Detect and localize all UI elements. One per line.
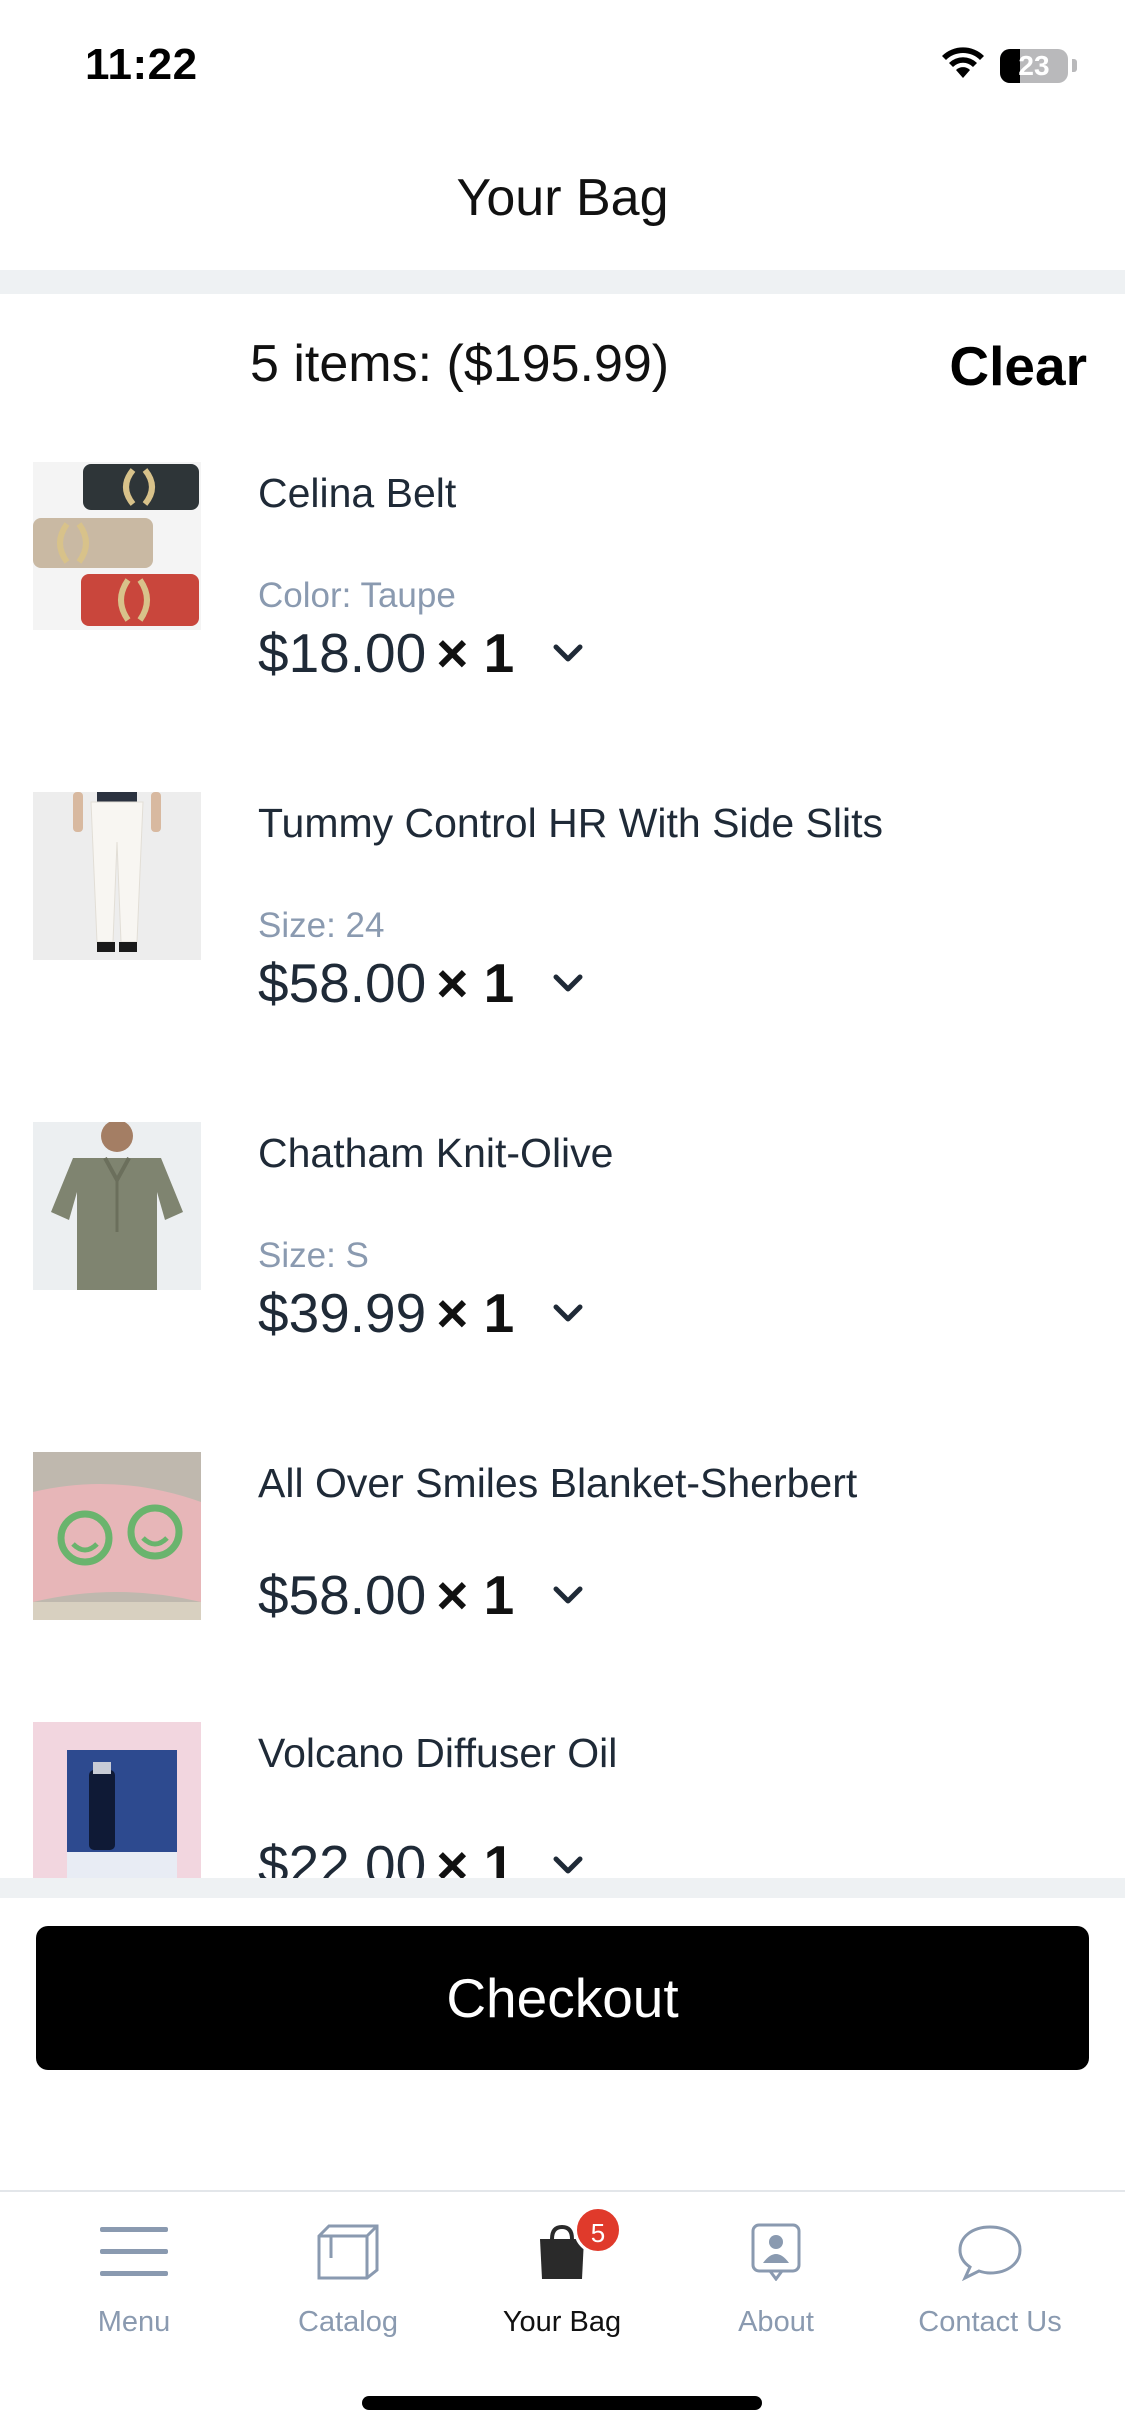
product-image-blanket[interactable] — [33, 1452, 201, 1620]
item-name: Celina Belt — [258, 470, 457, 516]
item-name: Tummy Control HR With Side Slits — [258, 800, 883, 846]
tab-label: About — [738, 2306, 814, 2338]
bag-count-badge: 5 — [574, 2206, 622, 2254]
chat-icon — [890, 2212, 1090, 2292]
items-count-total: 5 items: ($195.99) — [250, 335, 670, 393]
chevron-down-icon[interactable] — [548, 638, 588, 668]
item-variant: Color: Taupe — [258, 576, 456, 615]
bag-summary: 5 items: ($195.99) Clear — [0, 330, 1125, 400]
bag-item[interactable]: Tummy Control HR With Side Slits Size: 2… — [0, 770, 1125, 1070]
status-bar: 11:22 23 — [0, 0, 1125, 130]
checkout-button[interactable]: Checkout — [36, 1926, 1089, 2070]
item-price: $58.00 — [258, 1564, 427, 1626]
chevron-down-icon[interactable] — [548, 1298, 588, 1328]
price-quantity-row: $22.00 × 1 — [258, 1830, 588, 1878]
item-price: $58.00 — [258, 952, 427, 1014]
chevron-down-icon[interactable] — [548, 968, 588, 998]
tab-label: Menu — [97, 2306, 171, 2338]
item-quantity: × 1 — [436, 1282, 515, 1344]
bag-icon: 5 — [462, 2206, 662, 2292]
battery-icon: 23 — [1000, 48, 1068, 83]
bag-item[interactable]: Volcano Diffuser Oil $22.00 × 1 — [0, 1700, 1125, 1878]
wifi-icon — [940, 46, 986, 85]
tab-about[interactable]: About — [676, 2212, 876, 2339]
chevron-down-icon[interactable] — [548, 1850, 588, 1878]
battery-tip — [1072, 59, 1077, 72]
product-image-jeans[interactable] — [33, 792, 201, 960]
item-quantity: × 1 — [436, 952, 515, 1014]
item-name: Chatham Knit-Olive — [258, 1130, 614, 1176]
item-variant: Size: 24 — [258, 906, 385, 945]
checkout-divider — [0, 1878, 1125, 1898]
item-price: $39.99 — [258, 1282, 427, 1344]
bag-items-list[interactable]: Celina Belt Color: Taupe $18.00 × 1 Tumm… — [0, 440, 1125, 1878]
home-indicator[interactable] — [362, 2396, 762, 2410]
item-quantity: × 1 — [436, 1564, 515, 1626]
catalog-icon — [248, 2212, 448, 2292]
about-icon — [676, 2212, 876, 2292]
product-image-belt[interactable] — [33, 462, 201, 630]
item-price: $18.00 — [258, 622, 427, 684]
tab-your-bag[interactable]: 5 Your Bag — [462, 2206, 662, 2339]
price-quantity-row: $58.00 × 1 — [258, 948, 588, 1018]
tab-contact-us[interactable]: Contact Us — [890, 2212, 1090, 2339]
tab-label: Contact Us — [918, 2306, 1062, 2338]
tab-label: Catalog — [298, 2306, 398, 2338]
bag-item[interactable]: Chatham Knit-Olive Size: S $39.99 × 1 — [0, 1100, 1125, 1400]
product-image-shirt[interactable] — [33, 1122, 201, 1290]
price-quantity-row: $58.00 × 1 — [258, 1560, 588, 1630]
chevron-down-icon[interactable] — [548, 1580, 588, 1610]
page-title: Your Bag — [456, 169, 669, 227]
header-divider — [0, 270, 1125, 294]
item-name: Volcano Diffuser Oil — [258, 1730, 618, 1776]
battery-level: 23 — [1018, 49, 1050, 81]
clear-button[interactable]: Clear — [949, 334, 1087, 398]
item-quantity: × 1 — [436, 1834, 515, 1878]
status-icons: 23 — [940, 46, 1077, 85]
bag-item[interactable]: Celina Belt Color: Taupe $18.00 × 1 — [0, 440, 1125, 740]
tab-catalog[interactable]: Catalog — [248, 2212, 448, 2339]
tab-menu[interactable]: Menu — [34, 2212, 234, 2339]
item-price: $22.00 — [258, 1834, 427, 1878]
menu-icon — [34, 2212, 234, 2292]
tab-label: Your Bag — [502, 2306, 622, 2338]
price-quantity-row: $39.99 × 1 — [258, 1278, 588, 1348]
product-image-diffuser-oil[interactable] — [33, 1722, 201, 1878]
price-quantity-row: $18.00 × 1 — [258, 618, 588, 688]
item-quantity: × 1 — [436, 622, 515, 684]
status-time: 11:22 — [85, 40, 198, 89]
bag-item[interactable]: All Over Smiles Blanket-Sherbert $58.00 … — [0, 1430, 1125, 1730]
item-variant: Size: S — [258, 1236, 369, 1275]
item-name: All Over Smiles Blanket-Sherbert — [258, 1460, 858, 1506]
